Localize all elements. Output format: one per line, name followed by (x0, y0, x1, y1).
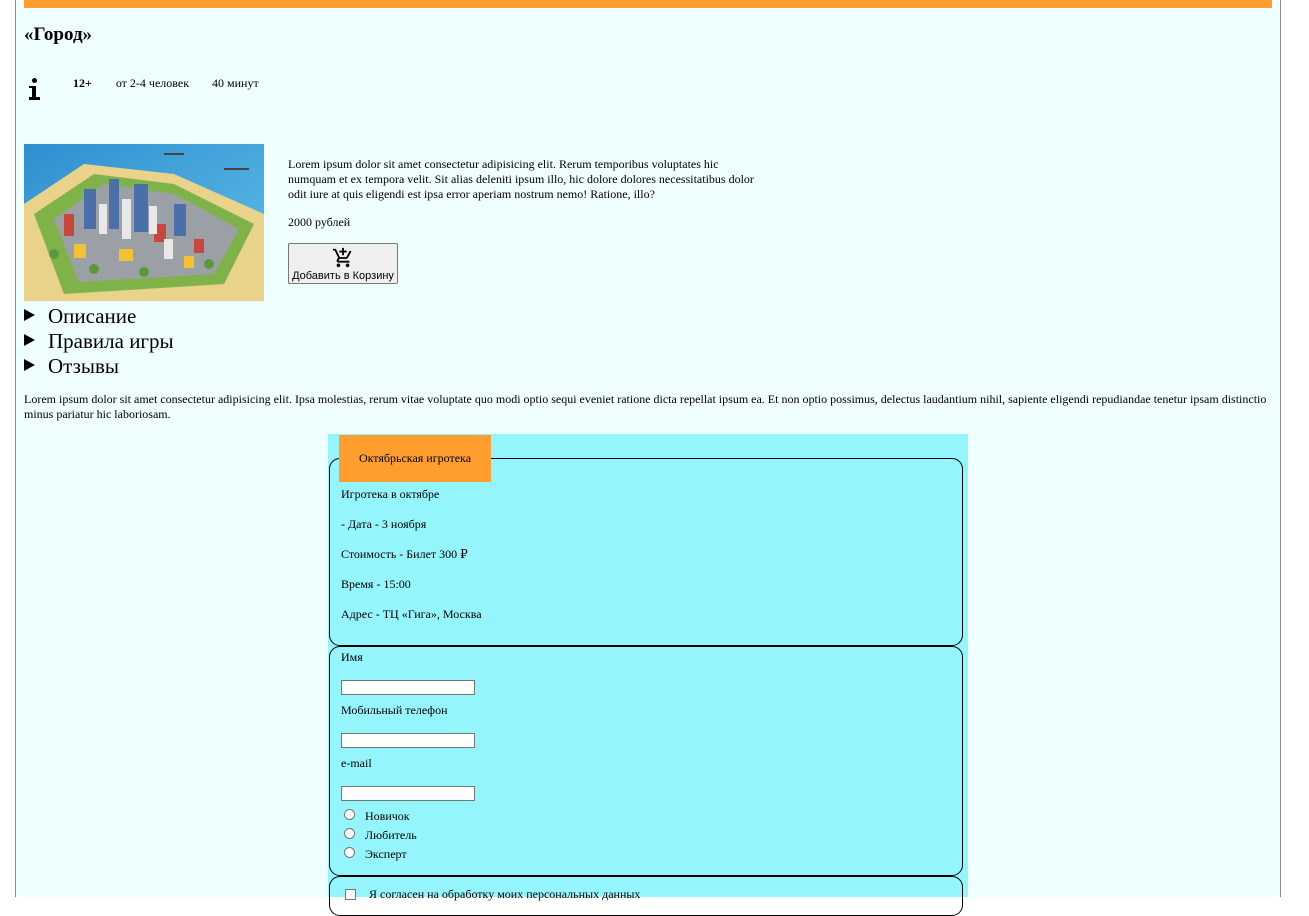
triangle-right-icon (24, 309, 35, 321)
name-input[interactable] (341, 680, 475, 695)
info-icon (24, 72, 48, 104)
price: 2000 рублей (288, 215, 351, 229)
age-rating: 12+ (73, 76, 92, 90)
details-reviews-label: Отзывы (48, 354, 120, 378)
level-label: Любитель (365, 828, 417, 842)
add-to-cart-label: Добавить в Корзину (292, 269, 394, 282)
event-line: Игротека в октябре (341, 487, 440, 501)
level-option-novice[interactable]: Новичок (344, 809, 410, 824)
top-accent-bar (24, 0, 1272, 8)
details-rules[interactable]: Правила игры (24, 329, 174, 354)
radio-button[interactable] (344, 847, 355, 858)
event-date: - Дата - 3 ноября (341, 517, 427, 531)
event-legend: Октябрьская игротека (339, 435, 491, 482)
email-label: e-mail (341, 756, 372, 770)
consent-option[interactable]: Я согласен на обработку моих персональны… (345, 887, 640, 902)
consent-label: Я согласен на обработку моих персональны… (369, 887, 641, 901)
radio-button[interactable] (344, 828, 355, 839)
long-description: Lorem ipsum dolor sit amet consectetur a… (24, 392, 1267, 421)
details-reviews[interactable]: Отзывы (24, 354, 119, 379)
name-label: Имя (341, 650, 363, 664)
event-address: Адрес - ТЦ «Гига», Москва (341, 607, 482, 621)
email-input[interactable] (341, 786, 475, 801)
level-option-expert[interactable]: Эксперт (344, 847, 407, 862)
player-count: от 2-4 человек (115, 76, 190, 90)
details-description[interactable]: Описание (24, 304, 136, 329)
details-rules-label: Правила игры (48, 329, 174, 353)
event-form: Игротека в октябре - Дата - 3 ноября Сто… (328, 434, 968, 916)
short-description: Lorem ipsum dolor sit amet consectetur a… (288, 157, 754, 201)
phone-input[interactable] (341, 733, 475, 748)
triangle-right-icon (24, 334, 35, 346)
level-label: Эксперт (365, 847, 407, 861)
game-cover-image (24, 144, 264, 301)
radio-button[interactable] (344, 809, 355, 820)
add-cart-icon (332, 247, 352, 267)
level-label: Новичок (365, 809, 410, 823)
event-time: Время - 15:00 (341, 577, 411, 591)
consent-checkbox[interactable] (345, 889, 356, 900)
event-cost: Стоимость - Билет 300 ₽ (341, 547, 468, 561)
level-option-amateur[interactable]: Любитель (344, 828, 417, 843)
registration-fieldset: Имя Мобильный телефон e-mail Новичок Люб… (329, 646, 963, 876)
page: «Город» 12+ от 2-4 человек 40 минут Lore… (15, 0, 1281, 916)
event-info-fieldset: Игротека в октябре - Дата - 3 ноября Сто… (329, 458, 963, 646)
add-to-cart-button[interactable]: Добавить в Корзину (288, 243, 398, 284)
details-description-label: Описание (48, 304, 137, 328)
game-meta: 12+ от 2-4 человек 40 минут (24, 72, 259, 108)
triangle-right-icon (24, 359, 35, 371)
phone-label: Мобильный телефон (341, 703, 448, 717)
game-title: «Город» (24, 24, 93, 45)
play-duration: 40 минут (212, 76, 259, 90)
